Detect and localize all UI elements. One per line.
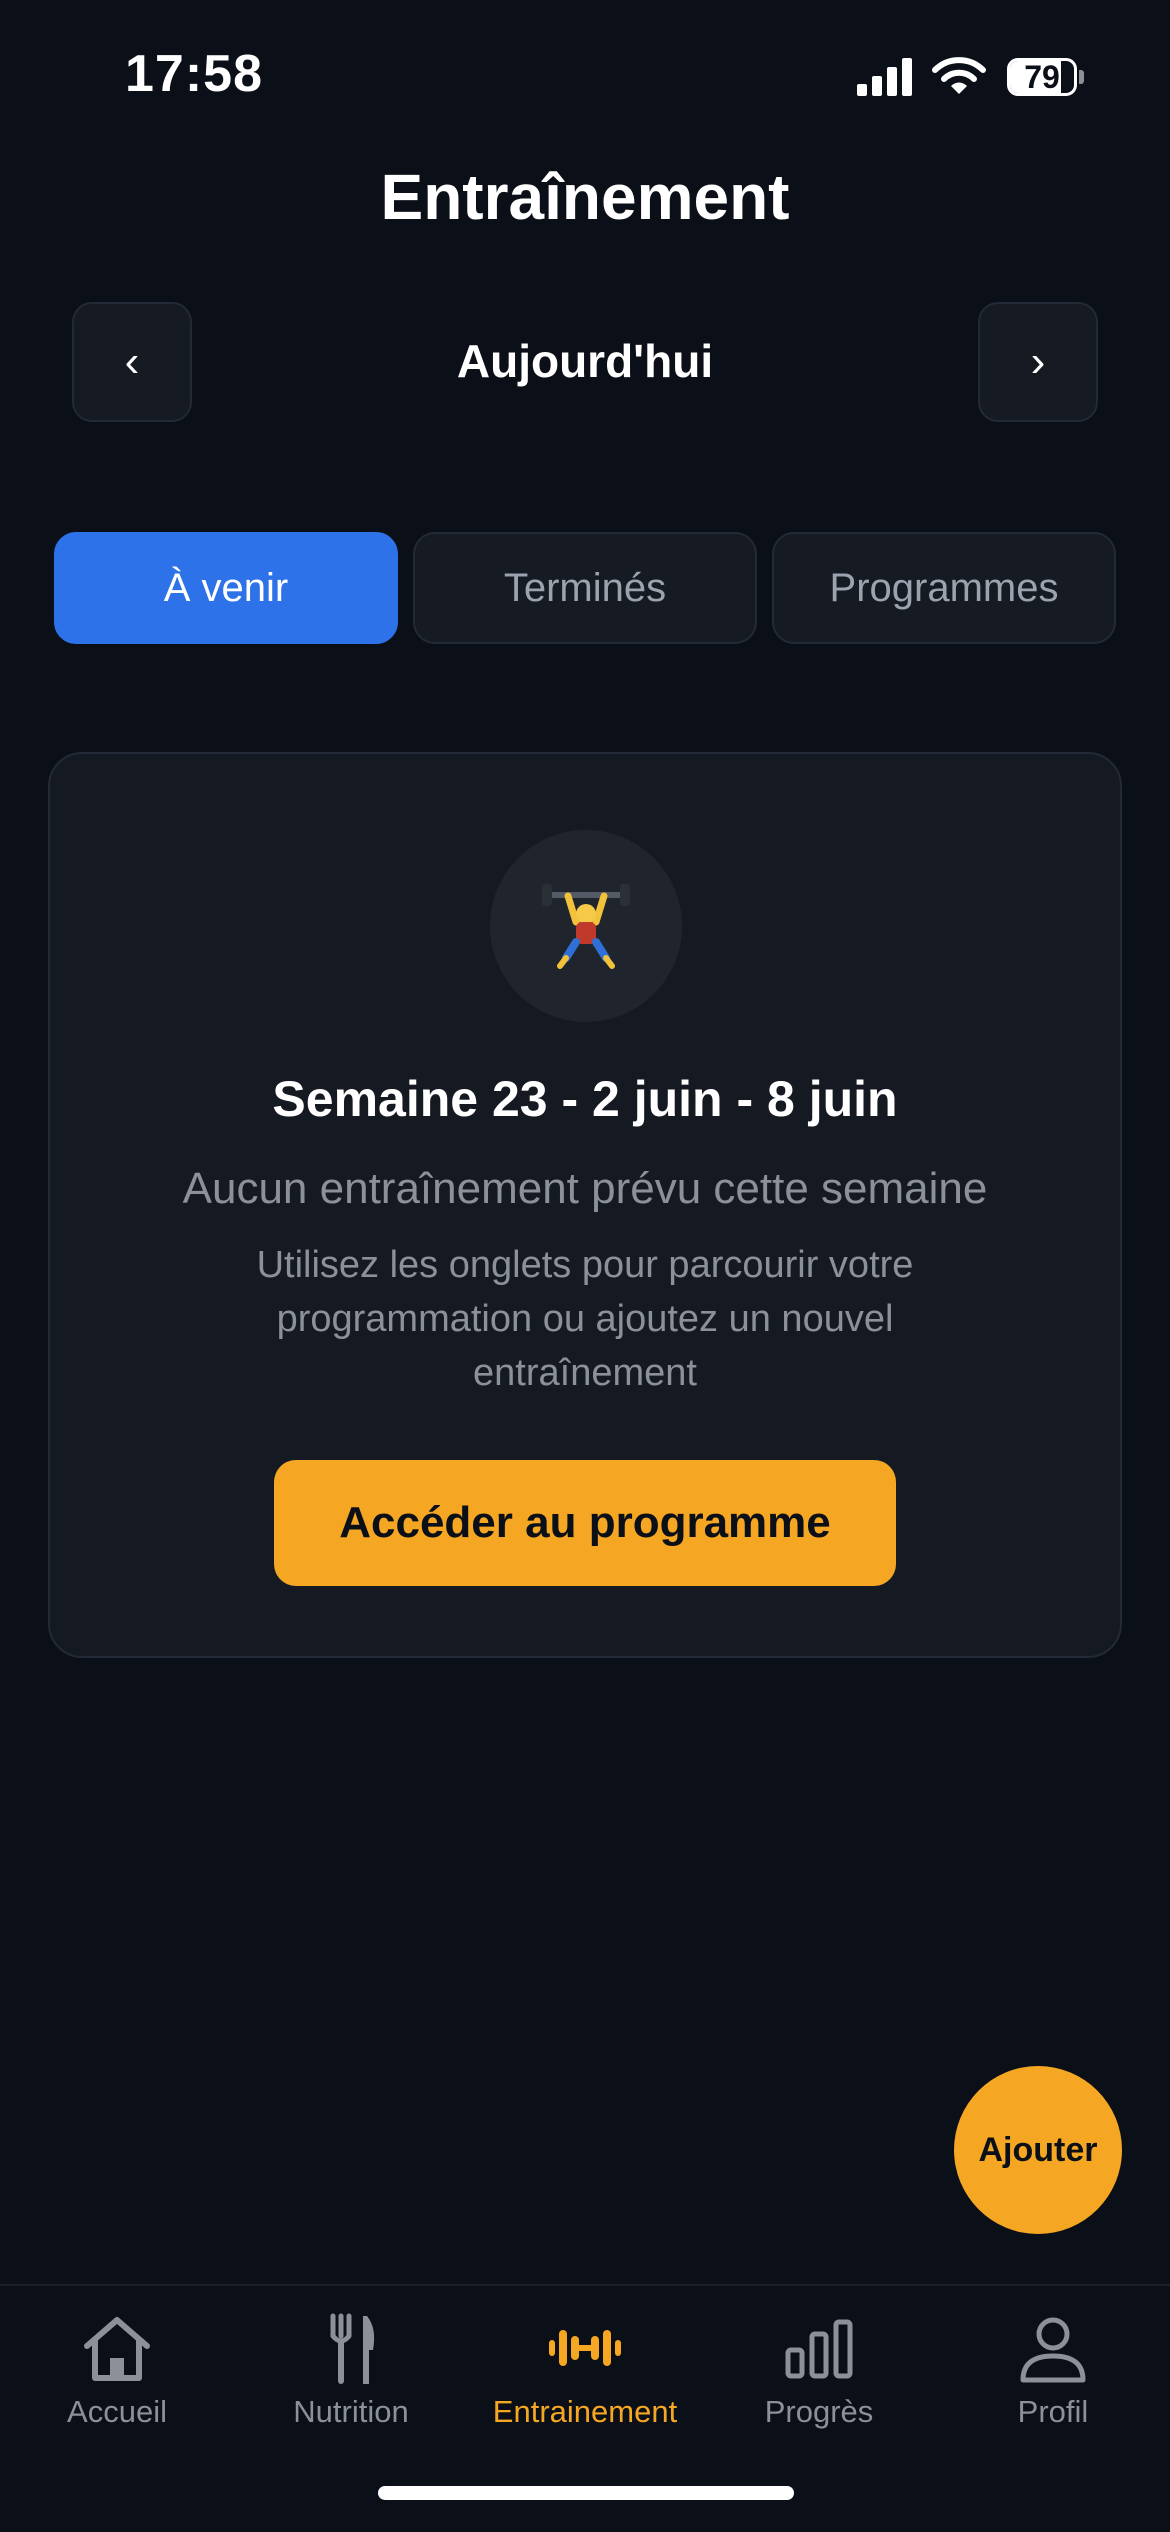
add-workout-button[interactable]: Ajouter [954,2066,1122,2234]
tabbar-label-nutrition: Nutrition [293,2394,409,2429]
tabbar-label-home: Accueil [67,2394,167,2429]
fork-knife-icon [330,2313,375,2384]
next-day-button[interactable]: › [978,302,1098,422]
dumbbell-icon [549,2330,621,2366]
tab-completed[interactable]: Terminés [413,532,757,644]
tabbar-item-progress[interactable]: Progrès [702,2308,936,2458]
weightlifter-icon [542,884,630,969]
tabbar-item-home[interactable]: Accueil [0,2308,234,2458]
wifi-icon [932,57,986,94]
status-time: 17:58 [125,45,263,103]
home-indicator [378,2486,794,2500]
home-icon [84,2317,150,2381]
tabbar-label-profile: Profil [1017,2394,1089,2429]
emoji-badge [490,830,682,1022]
page-title: Entraînement [380,161,790,233]
tabbar-item-profile[interactable]: Profil [936,2308,1170,2458]
empty-description: Utilisez les onglets pour parcourir votr… [256,1244,914,1394]
empty-state-card: Semaine 23 - 2 juin - 8 juin Aucun entra… [48,752,1122,1658]
person-icon [1020,2317,1086,2383]
tabbar-item-nutrition[interactable]: Nutrition [234,2308,468,2458]
week-title: Semaine 23 - 2 juin - 8 juin [272,1071,898,1127]
tabbar-item-workout[interactable]: Entrainement [468,2308,702,2458]
tab-programs[interactable]: Programmes [772,532,1116,644]
battery-level: 79 [1024,59,1060,95]
go-to-program-button[interactable]: Accéder au programme [274,1460,896,1586]
bar-chart-icon [785,2319,853,2379]
empty-message: Aucun entraînement prévu cette semaine [182,1164,988,1213]
tab-upcoming[interactable]: À venir [54,532,398,644]
tabbar-label-progress: Progrès [764,2394,874,2429]
cellular-signal-icon [857,58,912,96]
tabbar-label-workout: Entrainement [492,2394,678,2429]
battery-icon: 79 [1007,58,1084,96]
